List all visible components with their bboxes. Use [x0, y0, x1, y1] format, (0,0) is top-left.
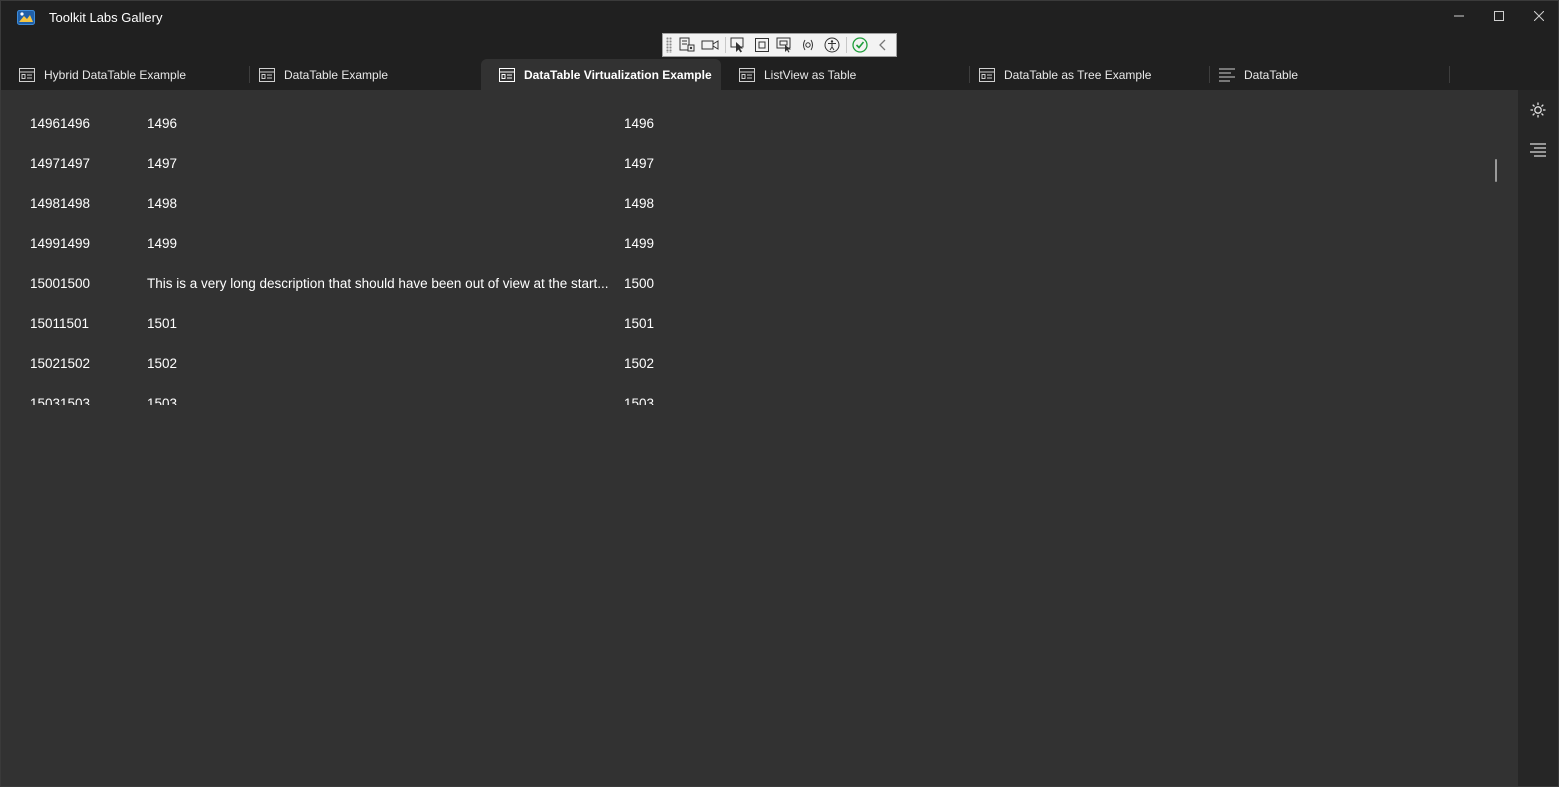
datatable-icon — [979, 67, 995, 82]
document-lines-icon — [1219, 68, 1235, 82]
tab-hybrid-datatable-example[interactable]: Hybrid DataTable Example — [1, 59, 241, 90]
table-cell: 1498 — [624, 196, 655, 211]
maximize-icon[interactable] — [1479, 1, 1519, 31]
title-bar[interactable]: Toolkit Labs Gallery — [1, 1, 1558, 33]
table-cell: 1496 — [624, 116, 655, 131]
debug-toolbar — [662, 33, 897, 57]
toolbar-separator — [846, 37, 848, 53]
table-cell: 15021502 — [30, 356, 91, 371]
table-cell: 1497 — [624, 156, 655, 171]
table-cell: 15001500 — [30, 276, 91, 291]
table-cell: 1501 — [624, 316, 655, 331]
datatable-icon — [19, 67, 35, 82]
tab-datatable-as-tree-example[interactable]: DataTable as Tree Example — [961, 59, 1201, 90]
table-cell: 14981498 — [30, 196, 91, 211]
table-row[interactable]: 14981498 1498 1498 — [1, 185, 1491, 225]
table-cell: 1503 — [147, 396, 178, 405]
table-row[interactable]: 14971497 1497 1497 — [1, 145, 1491, 185]
table-cell: 1496 — [147, 116, 178, 131]
tab-datatable[interactable]: DataTable — [1201, 59, 1441, 90]
close-icon[interactable] — [1519, 1, 1558, 31]
right-rail — [1518, 90, 1558, 786]
tab-label: DataTable Example — [284, 67, 389, 82]
app-window: Toolkit Labs Gallery Hybrid DataTable Ex… — [0, 0, 1559, 787]
table-cell: 1499 — [147, 236, 178, 251]
toolkit-gallery-icon — [17, 10, 35, 25]
checkmark-icon[interactable] — [849, 34, 870, 56]
track-focus-icon[interactable] — [774, 34, 795, 56]
tab-listview-as-table[interactable]: ListView as Table — [721, 59, 961, 90]
table-cell: 15031503 — [30, 396, 91, 405]
video-camera-icon[interactable] — [700, 34, 721, 56]
minimize-icon[interactable] — [1439, 1, 1479, 31]
tab-label: DataTable Virtualization Example — [524, 67, 712, 82]
window-title: Toolkit Labs Gallery — [49, 10, 163, 25]
datatable[interactable]: 14961496 1496 1496 14971497 1497 1497 14… — [1, 105, 1501, 405]
table-cell: 1502 — [147, 356, 178, 371]
datatable-icon — [499, 67, 515, 82]
table-cell: 15011501 — [30, 316, 90, 331]
table-row[interactable]: 15001500 This is a very long description… — [1, 265, 1491, 305]
tab-strip: Hybrid DataTable Example DataTable Examp… — [1, 59, 1518, 90]
table-cell: 1498 — [147, 196, 178, 211]
tab-divider — [1449, 66, 1450, 83]
tab-label: DataTable — [1244, 67, 1299, 82]
toolbar-separator — [724, 37, 726, 53]
table-cell: 1503 — [624, 396, 655, 405]
document-lines-icon[interactable] — [1528, 140, 1548, 160]
tab-label: DataTable as Tree Example — [1004, 67, 1152, 82]
table-cell: 1501 — [147, 316, 178, 331]
table-cell: 1499 — [624, 236, 655, 251]
table-cell: 14971497 — [30, 156, 91, 171]
sun-theme-icon[interactable] — [1528, 100, 1548, 120]
table-cell: 14991499 — [30, 236, 91, 251]
table-row[interactable]: 15031503 1503 1503 — [1, 385, 1491, 405]
collapse-chevron-icon[interactable] — [873, 34, 894, 56]
binding-failures-icon[interactable] — [798, 34, 819, 56]
table-cell: 1497 — [147, 156, 178, 171]
table-cell: 14961496 — [30, 116, 91, 131]
table-cell: This is a very long description that sho… — [147, 276, 609, 291]
tab-label: Hybrid DataTable Example — [44, 67, 187, 82]
table-row[interactable]: 14961496 1496 1496 — [1, 105, 1491, 145]
datatable-icon — [739, 67, 755, 82]
display-layout-adorners-icon[interactable] — [751, 34, 772, 56]
vertical-scrollbar-thumb[interactable] — [1495, 159, 1497, 182]
table-cell: 1502 — [624, 356, 655, 371]
live-visual-tree-icon[interactable] — [676, 34, 697, 56]
table-row[interactable]: 15011501 1501 1501 — [1, 305, 1491, 345]
table-row[interactable]: 15021502 1502 1502 — [1, 345, 1491, 385]
content-area: 14961496 1496 1496 14971497 1497 1497 14… — [1, 90, 1518, 786]
accessibility-icon[interactable] — [821, 34, 842, 56]
toolbar-grip[interactable] — [666, 37, 673, 53]
tab-label: ListView as Table — [764, 67, 857, 82]
tab-datatable-virtualization-example[interactable]: DataTable Virtualization Example — [481, 59, 721, 90]
table-cell: 1500 — [624, 276, 655, 291]
datatable-icon — [259, 67, 275, 82]
tab-datatable-example[interactable]: DataTable Example — [241, 59, 481, 90]
table-row[interactable]: 14991499 1499 1499 — [1, 225, 1491, 265]
select-element-icon[interactable] — [728, 34, 749, 56]
